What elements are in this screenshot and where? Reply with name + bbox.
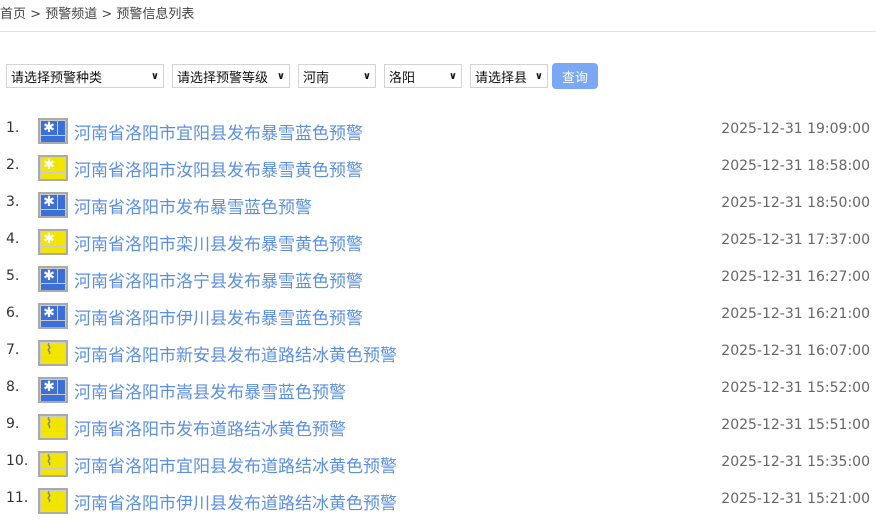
- breadcrumb-current: 预警信息列表: [116, 7, 195, 22]
- select-value: 请选择预警等级: [177, 70, 269, 86]
- publish-time: 2025-12-31 18:50:00: [721, 195, 870, 211]
- query-button[interactable]: 查询: [552, 63, 598, 89]
- breadcrumb-home[interactable]: 首页: [0, 7, 26, 22]
- chevron-down-icon: ∨: [150, 70, 159, 82]
- publish-time: 2025-12-31 16:27:00: [721, 269, 870, 285]
- snow-yellow-warning-icon: ✱: [38, 155, 68, 181]
- publish-time: 2025-12-31 15:35:00: [721, 454, 870, 470]
- breadcrumb-separator: >: [30, 7, 42, 22]
- item-number: 8.: [6, 379, 20, 395]
- warning-link[interactable]: 河南省洛阳市宜阳县发布道路结冰黄色预警: [74, 452, 397, 477]
- publish-time: 2025-12-31 15:51:00: [721, 417, 870, 433]
- warning-link[interactable]: 河南省洛阳市伊川县发布道路结冰黄色预警: [74, 489, 397, 514]
- breadcrumb-separator: >: [101, 7, 113, 22]
- warning-link[interactable]: 河南省洛阳市洛宁县发布暴雪蓝色预警: [74, 267, 363, 292]
- snow-yellow-warning-icon: ✱: [38, 229, 68, 255]
- item-number: 4.: [6, 231, 20, 247]
- chevron-down-icon: ∨: [362, 70, 371, 82]
- warning-link[interactable]: 河南省洛阳市宜阳县发布暴雪蓝色预警: [74, 119, 363, 144]
- item-number: 2.: [6, 157, 20, 173]
- breadcrumb-channel[interactable]: 预警频道: [45, 7, 97, 22]
- chevron-down-icon: ∨: [276, 70, 285, 82]
- warning-link[interactable]: 河南省洛阳市嵩县发布暴雪蓝色预警: [74, 378, 346, 403]
- list-item: 6. ✱ 河南省洛阳市伊川县发布暴雪蓝色预警 2025-12-31 16:21:…: [0, 297, 876, 334]
- warning-link[interactable]: 河南省洛阳市发布道路结冰黄色预警: [74, 415, 346, 440]
- select-value: 河南: [303, 70, 330, 86]
- warning-level-select[interactable]: 请选择预警等级 ∨: [172, 64, 290, 88]
- chevron-down-icon: ∨: [534, 70, 543, 82]
- publish-time: 2025-12-31 16:07:00: [721, 343, 870, 359]
- publish-time: 2025-12-31 16:21:00: [721, 306, 870, 322]
- list-item: 3. ✱ 河南省洛阳市发布暴雪蓝色预警 2025-12-31 18:50:00: [0, 186, 876, 223]
- list-item: 2. ✱ 河南省洛阳市汝阳县发布暴雪黄色预警 2025-12-31 18:58:…: [0, 149, 876, 186]
- select-value: 洛阳: [389, 70, 416, 86]
- snow-blue-warning-icon: ✱: [38, 192, 68, 218]
- item-number: 3.: [6, 194, 20, 210]
- item-number: 7.: [6, 342, 20, 358]
- county-select[interactable]: 请选择县 ∨: [470, 64, 548, 88]
- warning-link[interactable]: 河南省洛阳市新安县发布道路结冰黄色预警: [74, 341, 397, 366]
- list-item: 8. ✱ 河南省洛阳市嵩县发布暴雪蓝色预警 2025-12-31 15:52:0…: [0, 371, 876, 408]
- publish-time: 2025-12-31 15:52:00: [721, 380, 870, 396]
- road-ice-yellow-warning-icon: ⌇: [38, 340, 68, 366]
- list-item: 9. ⌇ 河南省洛阳市发布道路结冰黄色预警 2025-12-31 15:51:0…: [0, 408, 876, 445]
- divider: [0, 31, 876, 32]
- list-item: 4. ✱ 河南省洛阳市栾川县发布暴雪黄色预警 2025-12-31 17:37:…: [0, 223, 876, 260]
- snow-blue-warning-icon: ✱: [38, 266, 68, 292]
- province-select[interactable]: 河南 ∨: [298, 64, 376, 88]
- road-ice-yellow-warning-icon: ⌇: [38, 451, 68, 477]
- list-item: 5. ✱ 河南省洛阳市洛宁县发布暴雪蓝色预警 2025-12-31 16:27:…: [0, 260, 876, 297]
- breadcrumb: 首页 > 预警频道 > 预警信息列表: [0, 3, 194, 22]
- snow-blue-warning-icon: ✱: [38, 377, 68, 403]
- road-ice-yellow-warning-icon: ⌇: [38, 414, 68, 440]
- item-number: 1.: [6, 120, 20, 136]
- item-number: 9.: [6, 416, 20, 432]
- publish-time: 2025-12-31 15:21:00: [721, 491, 870, 507]
- city-select[interactable]: 洛阳 ∨: [384, 64, 462, 88]
- item-number: 10.: [6, 453, 29, 469]
- chevron-down-icon: ∨: [448, 70, 457, 82]
- warning-type-select[interactable]: 请选择预警种类 ∨: [6, 64, 164, 88]
- snow-blue-warning-icon: ✱: [38, 118, 68, 144]
- select-value: 请选择县: [475, 70, 528, 86]
- item-number: 6.: [6, 305, 20, 321]
- list-item: 10. ⌇ 河南省洛阳市宜阳县发布道路结冰黄色预警 2025-12-31 15:…: [0, 445, 876, 482]
- warning-link[interactable]: 河南省洛阳市伊川县发布暴雪蓝色预警: [74, 304, 363, 329]
- list-item: 7. ⌇ 河南省洛阳市新安县发布道路结冰黄色预警 2025-12-31 16:0…: [0, 334, 876, 371]
- publish-time: 2025-12-31 17:37:00: [721, 232, 870, 248]
- warning-link[interactable]: 河南省洛阳市汝阳县发布暴雪黄色预警: [74, 156, 363, 181]
- item-number: 11.: [6, 490, 29, 506]
- warning-link[interactable]: 河南省洛阳市发布暴雪蓝色预警: [74, 193, 312, 218]
- warning-link[interactable]: 河南省洛阳市栾川县发布暴雪黄色预警: [74, 230, 363, 255]
- select-value: 请选择预警种类: [11, 70, 103, 86]
- publish-time: 2025-12-31 18:58:00: [721, 158, 870, 174]
- road-ice-yellow-warning-icon: ⌇: [38, 488, 68, 514]
- warning-list: 1. ✱ 河南省洛阳市宜阳县发布暴雪蓝色预警 2025-12-31 19:09:…: [0, 112, 876, 519]
- publish-time: 2025-12-31 19:09:00: [721, 121, 870, 137]
- filter-bar: 请选择预警种类 ∨ 请选择预警等级 ∨ 河南 ∨ 洛阳 ∨ 请选择县 ∨ 查询: [6, 63, 598, 89]
- item-number: 5.: [6, 268, 20, 284]
- list-item: 11. ⌇ 河南省洛阳市伊川县发布道路结冰黄色预警 2025-12-31 15:…: [0, 482, 876, 519]
- list-item: 1. ✱ 河南省洛阳市宜阳县发布暴雪蓝色预警 2025-12-31 19:09:…: [0, 112, 876, 149]
- snow-blue-warning-icon: ✱: [38, 303, 68, 329]
